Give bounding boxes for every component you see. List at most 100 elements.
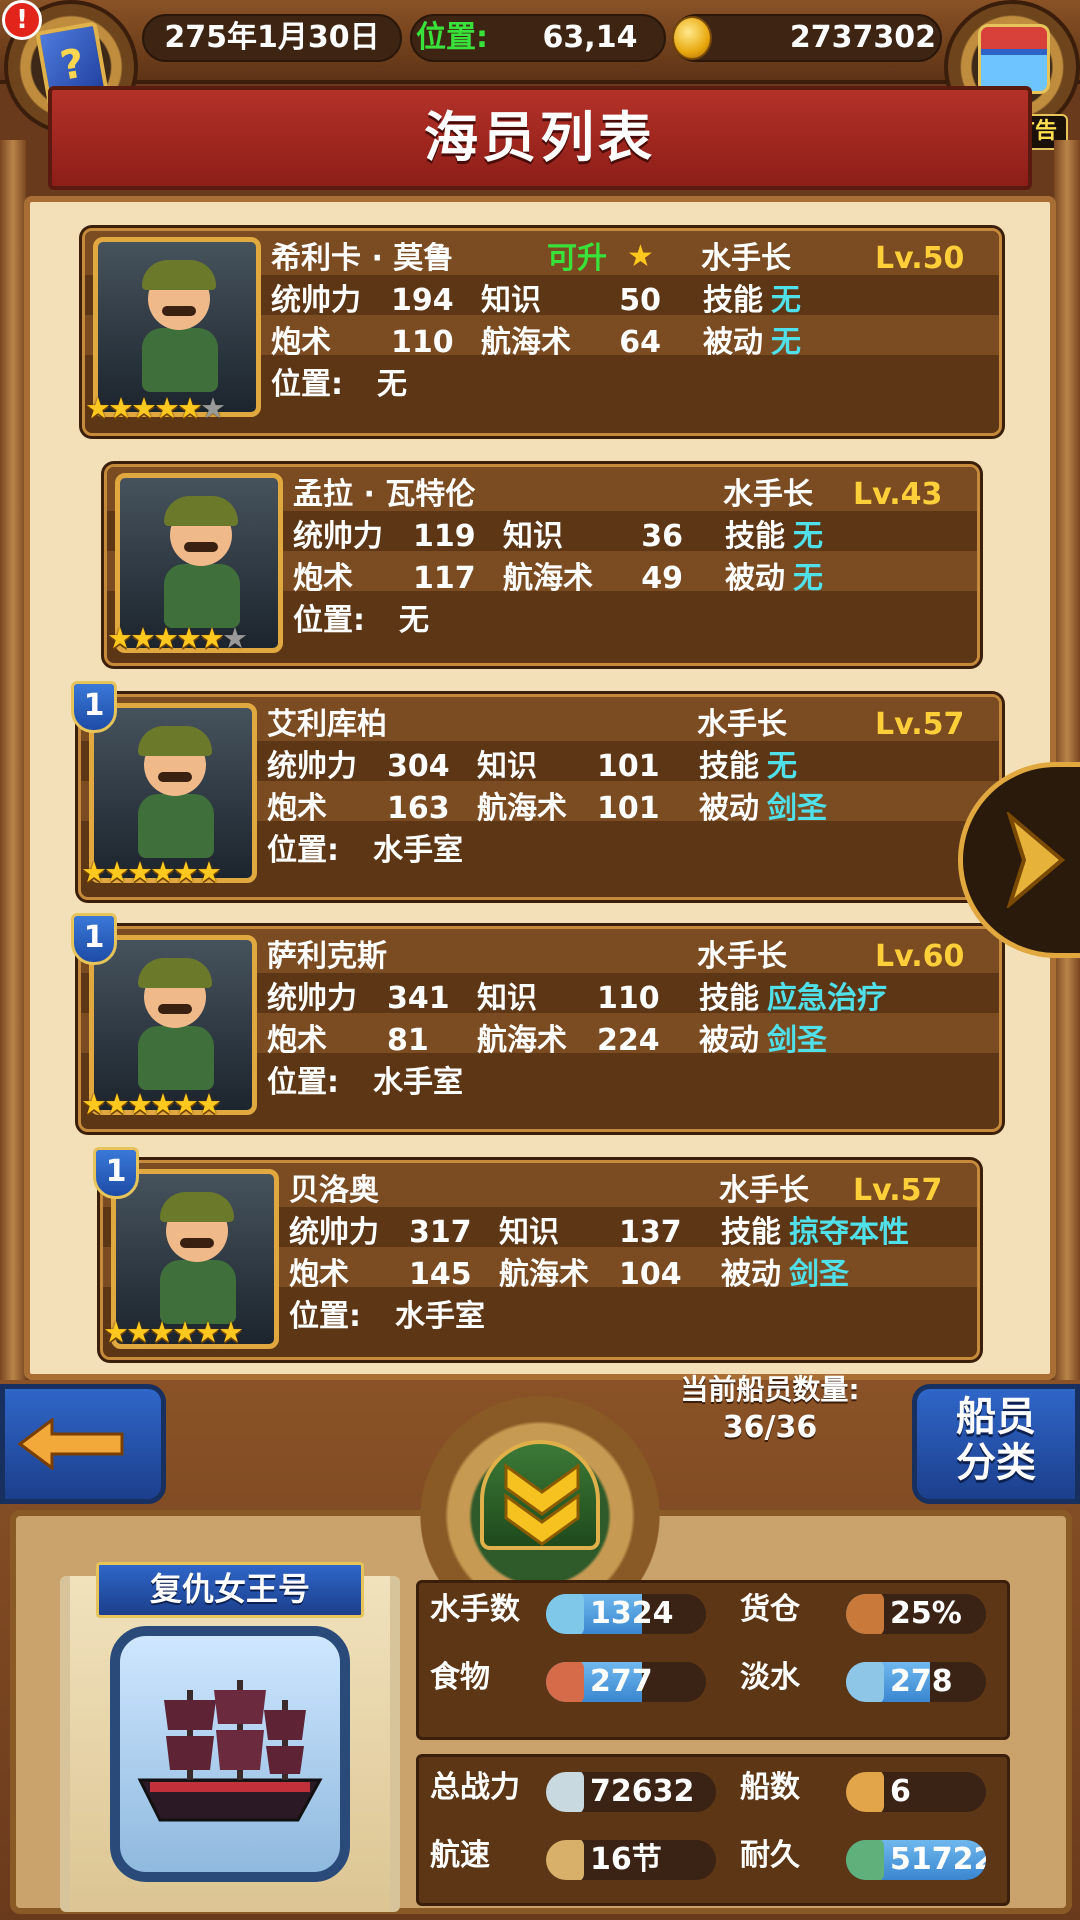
food-bar: 277 <box>546 1662 706 1702</box>
star-filled-icon: ★ <box>81 1087 107 1121</box>
crew-card[interactable]: ★★★★★★ 1 萨利克斯 水手长 Lv.60 统帅力 341 知识 110 技能 应急治疗 炮术 81… <box>71 913 1002 1132</box>
navigation-value: 64 <box>619 325 661 360</box>
command-value: 119 <box>413 519 476 554</box>
ships-label: 船数 <box>740 1770 800 1805</box>
crew-card[interactable]: ★★★★★★ 孟拉 · 瓦特伦 水手长 Lv.43 统帅力 119 知识 36 技能无炮术 117… <box>104 464 980 666</box>
power-label: 总战力 <box>430 1770 520 1805</box>
star-filled-icon: ★ <box>196 1087 222 1121</box>
crew-level: Lv.57 <box>875 707 965 742</box>
position-label: 位置: <box>416 20 488 55</box>
upgrade-star-icon: ★ <box>627 239 654 274</box>
star-empty-icon: ★ <box>222 621 248 655</box>
gunnery-value: 163 <box>387 791 450 826</box>
position-label: 位置: <box>293 603 365 638</box>
skill-value: 应急治疗 <box>767 981 887 1016</box>
position-label: 位置: <box>289 1299 361 1334</box>
star-rating: ★★★★★★ <box>103 1315 244 1349</box>
sailors-icon <box>546 1594 584 1634</box>
power-value: 72632 <box>590 1774 695 1809</box>
star-filled-icon: ★ <box>154 391 180 425</box>
skill-label: 技能 <box>725 519 785 554</box>
chevron-right-icon <box>1006 812 1066 908</box>
speed-label: 航速 <box>430 1838 490 1873</box>
crew-level: Lv.60 <box>875 939 965 974</box>
gunnery-value: 110 <box>391 325 454 360</box>
position-value: 水手室 <box>373 833 463 868</box>
upgrade-available[interactable]: 可升 <box>547 239 607 279</box>
passive-label: 被动 <box>725 561 785 596</box>
crew-sort-label: 船员 分类 <box>956 1394 1036 1486</box>
crew-figure-body <box>138 1026 214 1090</box>
crew-card[interactable]: ★★★★★★ 1 贝洛奥 水手长 Lv.57 统帅力 317 知识 137 技能 掠夺本性 炮术 145… <box>93 1147 980 1360</box>
crew-card[interactable]: ★★★★★★ 希利卡 · 莫鲁 可升 ★ 水手长 Lv.50 统帅力 194 知识 50 技能无炮术… <box>82 228 1002 436</box>
crew-level: Lv.50 <box>875 241 965 276</box>
navigation-value: 224 <box>597 1023 660 1058</box>
passive-label: 被动 <box>699 1023 759 1058</box>
navigation-label: 航海术 <box>481 325 571 360</box>
star-filled-icon: ★ <box>127 855 153 889</box>
star-filled-icon: ★ <box>173 1087 199 1121</box>
gunnery-value: 117 <box>413 561 476 596</box>
crew-level: Lv.43 <box>853 477 943 512</box>
crew-figure-mustache <box>184 542 218 552</box>
knowledge-value: 110 <box>597 981 660 1016</box>
navigation-label: 航海术 <box>477 791 567 826</box>
durability-icon <box>846 1840 884 1880</box>
knowledge-label: 知识 <box>481 283 541 318</box>
star-filled-icon: ★ <box>149 1315 175 1349</box>
navigation-value: 104 <box>619 1257 682 1292</box>
gunnery-label: 炮术 <box>271 325 331 360</box>
rank-badge: 1 <box>71 913 117 965</box>
crew-name: 孟拉 · 瓦特伦 <box>293 477 476 512</box>
skill-value: 无 <box>793 519 823 554</box>
star-filled-icon: ★ <box>195 1315 221 1349</box>
crew-figure-body <box>142 328 218 392</box>
navigation-label: 航海术 <box>503 561 593 596</box>
rank-badge: 1 <box>93 1147 139 1199</box>
left-frame-rail <box>0 140 26 1380</box>
game-date: 275年1月30日 <box>164 20 380 55</box>
skill-value: 掠夺本性 <box>789 1215 909 1250</box>
alert-badge: ! <box>2 0 42 40</box>
knowledge-value: 36 <box>641 519 683 554</box>
command-label: 统帅力 <box>271 283 361 318</box>
speed-icon <box>546 1840 584 1880</box>
durability-bar: 51722 <box>846 1840 986 1880</box>
water-bar: 278 <box>846 1662 986 1702</box>
crew-count-label: 当前船员数量: <box>680 1373 860 1406</box>
star-filled-icon: ★ <box>104 855 130 889</box>
star-rating: ★★★★★★ <box>107 621 248 655</box>
gunnery-label: 炮术 <box>289 1257 349 1292</box>
gunnery-value: 145 <box>409 1257 472 1292</box>
star-rating: ★★★★★★ <box>81 855 222 889</box>
star-filled-icon: ★ <box>150 855 176 889</box>
star-filled-icon: ★ <box>130 621 156 655</box>
crew-portrait[interactable] <box>93 237 261 417</box>
position-label: 位置: <box>267 1065 339 1100</box>
crew-card[interactable]: ★★★★★★ 1 艾利库柏 水手长 Lv.57 统帅力 304 知识 101 技能无炮术 163 航海… <box>71 681 1002 900</box>
position-value: 无 <box>399 603 429 638</box>
food-label: 食物 <box>430 1660 490 1695</box>
crew-name: 希利卡 · 莫鲁 <box>271 241 454 276</box>
star-rating: ★★★★★★ <box>81 1087 222 1121</box>
star-rating: ★★★★★★ <box>85 391 226 425</box>
rank-badge: 1 <box>71 681 117 733</box>
ships-value: 6 <box>890 1774 911 1809</box>
water-label: 淡水 <box>740 1660 800 1695</box>
treasure-chest-icon <box>978 24 1050 94</box>
star-filled-icon: ★ <box>196 855 222 889</box>
water-value: 278 <box>890 1664 953 1699</box>
gunnery-value: 81 <box>387 1023 429 1058</box>
passive-value: 剑圣 <box>789 1257 849 1292</box>
passive-label: 被动 <box>703 325 763 360</box>
cargo-bar: 25% <box>846 1594 986 1634</box>
command-value: 317 <box>409 1215 472 1250</box>
speed-bar: 16节 <box>546 1840 716 1880</box>
skill-label: 技能 <box>703 283 763 318</box>
command-label: 统帅力 <box>289 1215 379 1250</box>
star-filled-icon: ★ <box>153 621 179 655</box>
crew-role: 水手长 <box>723 477 813 512</box>
star-filled-icon: ★ <box>108 391 134 425</box>
gold-coin-icon <box>672 16 712 60</box>
page-title: 海员列表 <box>424 106 656 169</box>
